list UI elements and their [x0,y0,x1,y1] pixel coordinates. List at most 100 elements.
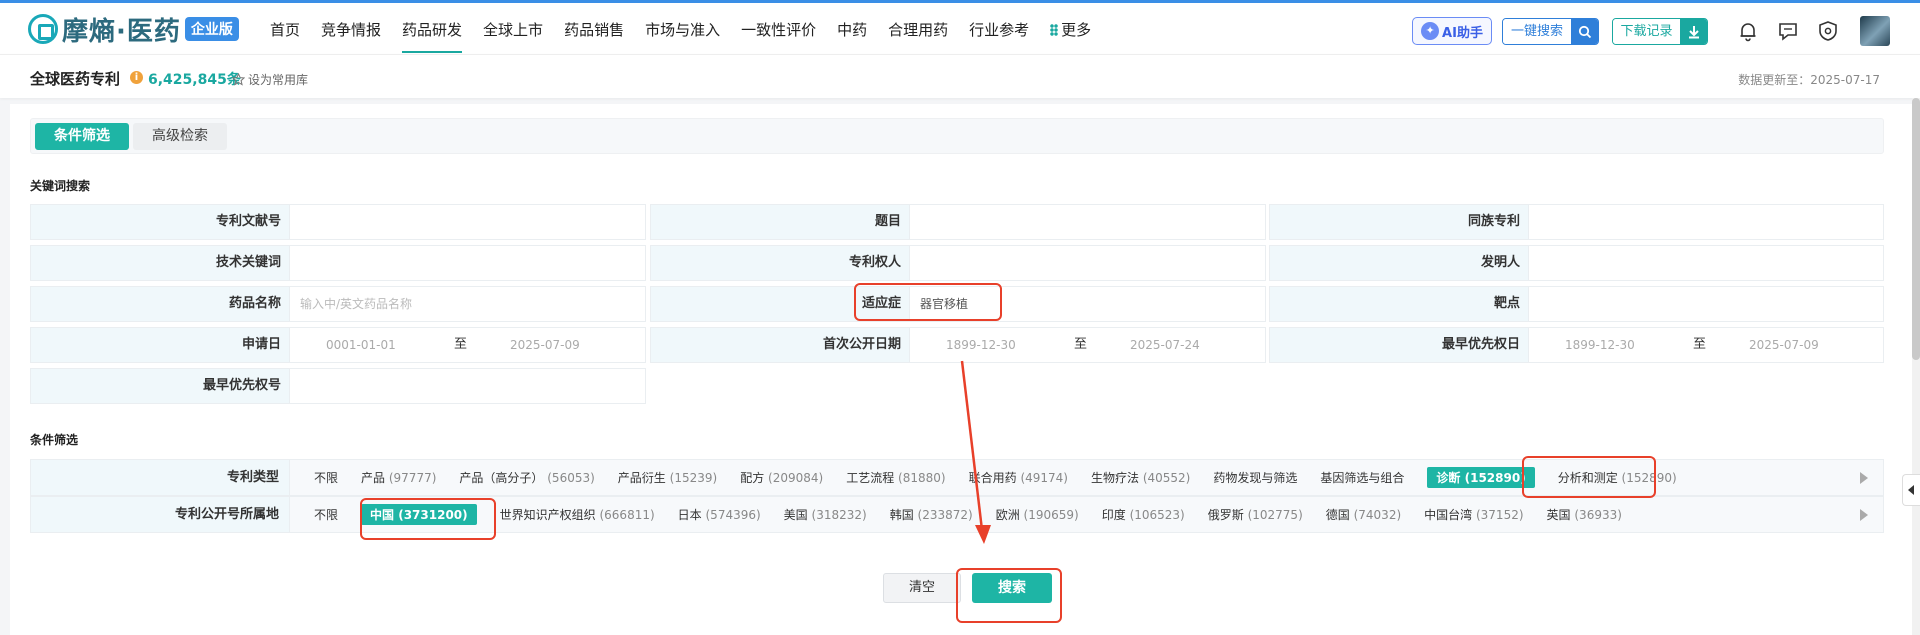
quick-search-button[interactable]: 一键搜索 [1502,18,1599,45]
ai-sparkle-icon: ✦ [1421,22,1440,40]
download-icon [1680,19,1707,44]
bell-icon[interactable] [1735,18,1761,44]
field-label-drug-name: 药品名称 [30,286,290,322]
filter-option[interactable]: 德国 (74032) [1326,506,1401,523]
tab-advanced-search[interactable]: 高级检索 [133,123,227,150]
record-count: 6,425,845条 [148,72,241,88]
edition-badge: 企业版 [184,17,239,41]
field-label-family-patent: 同族专利 [1269,204,1529,240]
download-records-label: 下载记录 [1613,19,1680,44]
data-update-time: 数据更新至：2025-07-17 [1738,73,1880,87]
tech-keyword-input[interactable] [290,245,646,281]
database-header: 全球医药专利 i 6,425,845条 设为常用库 数据更新至：2025-07-… [0,54,1920,98]
nav-more-label: 更多 [1061,21,1092,39]
drug-name-input[interactable]: 输入中/英文药品名称 [290,286,646,322]
nav-item-drug-rd[interactable]: 药品研发 [402,3,463,57]
earliest-priority-date-range: 1899-12-30 至 2025-07-09 [1529,327,1884,363]
ai-assistant-button[interactable]: ✦ AI助手 [1412,17,1492,45]
filter-option[interactable]: 不限 [314,506,338,523]
filter-section-title: 条件筛选 [30,433,79,447]
field-label-patentee: 专利权人 [650,245,910,281]
target-input[interactable] [1529,286,1884,322]
field-label-inventor: 发明人 [1269,245,1529,281]
info-icon[interactable]: i [130,71,143,84]
filter-option[interactable]: 产品（高分子） (56053) [459,469,594,486]
search-mode-tabs: 条件筛选 高级检索 [30,118,1884,154]
nav-item-tcm[interactable]: 中药 [837,3,867,57]
filter-option[interactable]: 日本 (574396) [678,506,761,523]
set-favorite-button[interactable]: 设为常用库 [232,71,308,88]
highlight-box-china [360,498,496,540]
filter-option[interactable]: 工艺流程 (81880) [846,469,945,486]
filter-option[interactable]: 产品衍生 (15239) [618,469,717,486]
filter-option[interactable]: 美国 (318232) [784,506,867,523]
filter-option[interactable]: 生物疗法 (40552) [1091,469,1190,486]
earliest-priority-date-from[interactable]: 1899-12-30 [1565,328,1635,362]
patent-number-input[interactable] [290,204,646,240]
earliest-priority-number-input[interactable] [290,368,646,404]
nav-item-more[interactable]: 更多 [1050,3,1091,57]
star-icon [232,73,245,86]
application-date-range: 0001-01-01 至 2025-07-09 [290,327,646,363]
annotation-arrow-icon [960,360,991,544]
download-records-button[interactable]: 下载记录 [1612,18,1708,45]
inventor-input[interactable] [1529,245,1884,281]
filter-option[interactable]: 配方 (209084) [740,469,823,486]
field-label-earliest-priority-number: 最早优先权号 [30,368,290,404]
earliest-priority-date-to[interactable]: 2025-07-09 [1749,328,1819,362]
highlight-box-indication [854,283,1002,321]
filter-option[interactable]: 药物发现与筛选 [1213,469,1297,486]
filter-option[interactable]: 产品 (97777) [361,469,436,486]
filter-option[interactable]: 中国台湾 (37152) [1424,506,1523,523]
highlight-box-search [956,568,1062,623]
clear-button[interactable]: 清空 [883,573,961,603]
title-input[interactable] [910,204,1266,240]
shield-settings-icon[interactable] [1815,18,1841,44]
filter-option[interactable]: 俄罗斯 (102775) [1208,506,1303,523]
expand-arrow-icon[interactable] [1860,509,1868,521]
database-title: 全球医药专利 [30,70,121,88]
application-date-from[interactable]: 0001-01-01 [326,328,396,362]
side-panel-toggle[interactable] [1902,474,1920,506]
field-label-tech-keyword: 技术关键词 [30,245,290,281]
range-separator: 至 [1693,337,1707,352]
field-label-patent-number: 专利文献号 [30,204,290,240]
family-patent-input[interactable] [1529,204,1884,240]
filter-option[interactable]: 基因筛选与组合 [1320,469,1404,486]
nav-item-drug-sales[interactable]: 药品销售 [564,3,624,57]
search-icon [1571,19,1598,44]
main-nav: 首页 竞争情报 药品研发 全球上市 药品销售 市场与准入 一致性评价 中药 合理… [270,3,1112,57]
user-avatar[interactable] [1860,16,1890,46]
scrollbar-thumb[interactable] [1912,98,1920,360]
field-label-earliest-priority-date: 最早优先权日 [1269,327,1529,363]
expand-arrow-icon[interactable] [1860,472,1868,484]
filter-option-selected[interactable]: 诊断 (152890) [1427,467,1535,488]
nav-item-home[interactable]: 首页 [270,3,300,57]
filter-option[interactable]: 世界知识产权组织 (666811) [500,506,655,523]
filter-label-publication-region: 专利公开号所属地 [30,496,290,533]
field-label-first-publication-date: 首次公开日期 [650,327,910,363]
nav-item-rational-use[interactable]: 合理用药 [888,3,948,57]
filter-options-publication-region: 不限 中国 (3731200) 世界知识产权组织 (666811) 日本 (57… [290,496,1884,533]
keyword-section-title: 关键词搜索 [30,179,91,193]
field-label-target: 靶点 [1269,286,1529,322]
range-separator: 至 [454,337,468,352]
tab-condition-filter[interactable]: 条件筛选 [35,123,129,150]
nav-item-consistency-eval[interactable]: 一致性评价 [741,3,816,57]
filter-option[interactable]: 英国 (36933) [1547,506,1622,523]
nav-item-market-access[interactable]: 市场与准入 [645,3,720,57]
brand-logo[interactable]: 摩熵·医药 企业版 [28,12,239,47]
filter-option[interactable]: 印度 (106523) [1102,506,1185,523]
patentee-input[interactable] [910,245,1266,281]
field-label-title: 题目 [650,204,910,240]
nav-item-global-launch[interactable]: 全球上市 [483,3,543,57]
application-date-to[interactable]: 2025-07-09 [510,328,580,362]
highlight-box-diagnosis [1522,456,1656,498]
first-publication-date-to[interactable]: 2025-07-24 [1130,328,1200,362]
filter-label-patent-type: 专利类型 [30,459,290,496]
nav-item-industry-ref[interactable]: 行业参考 [969,3,1029,57]
favorite-label: 设为常用库 [248,73,309,87]
nav-item-competitive-intel[interactable]: 竞争情报 [321,3,381,57]
filter-option[interactable]: 不限 [314,469,338,486]
feedback-icon[interactable] [1775,18,1801,44]
